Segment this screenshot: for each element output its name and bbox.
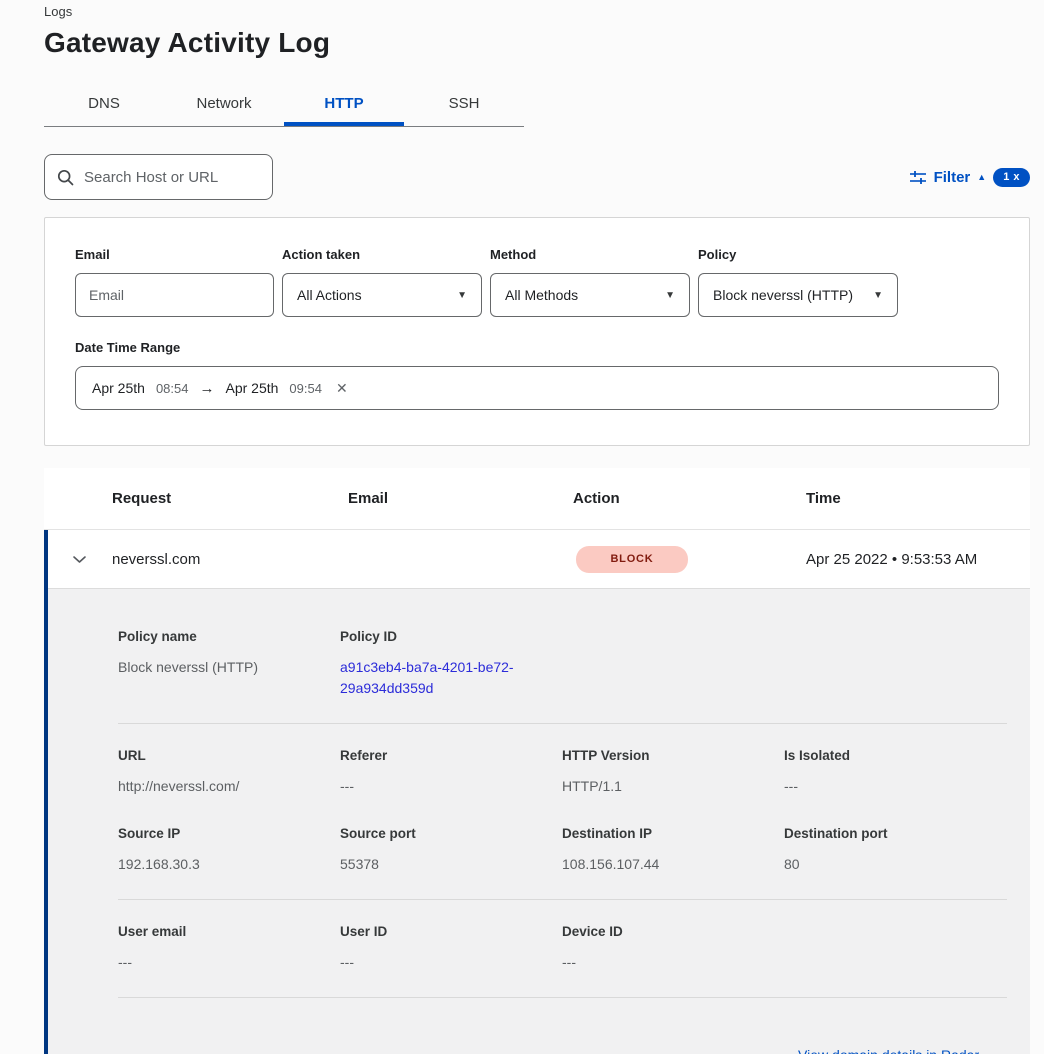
policy-section: Policy name Block neverssl (HTTP) Policy…: [118, 629, 1007, 699]
chevron-down-icon[interactable]: [72, 555, 112, 564]
divider: [118, 899, 1007, 900]
email-filter-field: Email: [75, 247, 274, 317]
referer-value: ---: [340, 776, 562, 797]
filter-sliders-icon: [909, 169, 927, 185]
destination-ip-label: Destination IP: [562, 826, 784, 841]
user-id-value: ---: [340, 952, 562, 973]
date-range-picker[interactable]: Apr 25th 08:54 → Apr 25th 09:54 ✕: [75, 366, 999, 410]
date-to-time: 09:54: [289, 381, 322, 396]
caret-down-icon: ▼: [665, 290, 675, 301]
email-filter-input[interactable]: [75, 273, 274, 317]
log-table: Request Email Action Time neverssl.com B…: [44, 468, 1030, 1054]
source-port-value: 55378: [340, 854, 562, 875]
method-filter-label: Method: [490, 247, 690, 262]
method-select-value: All Methods: [505, 287, 578, 303]
policy-select-value: Block neverssl (HTTP): [713, 287, 853, 303]
expanded-log-entry: neverssl.com BLOCK Apr 25 2022 • 9:53:53…: [44, 530, 1030, 1054]
destination-port-value: 80: [784, 854, 1007, 875]
search-icon: [57, 169, 74, 186]
table-row[interactable]: neverssl.com BLOCK Apr 25 2022 • 9:53:53…: [48, 530, 1030, 588]
row-request: neverssl.com: [112, 551, 348, 568]
view-radar-link[interactable]: View domain details in Radar →: [798, 1047, 997, 1054]
method-filter-field: Method All Methods ▼: [490, 247, 690, 317]
action-filter-label: Action taken: [282, 247, 482, 262]
date-to-day: Apr 25th: [225, 380, 278, 396]
user-email-label: User email: [118, 924, 340, 939]
action-filter-field: Action taken All Actions ▼: [282, 247, 482, 317]
caret-up-icon: ▲: [977, 173, 986, 182]
divider: [118, 723, 1007, 724]
is-isolated-value: ---: [784, 776, 1007, 797]
col-header-action: Action: [573, 490, 806, 507]
filter-count-badge[interactable]: 1 x: [993, 168, 1030, 187]
device-id-value: ---: [562, 952, 784, 973]
tab-dns[interactable]: DNS: [44, 83, 164, 126]
policy-id-label: Policy ID: [340, 629, 562, 644]
clear-date-range-icon[interactable]: ✕: [336, 380, 348, 397]
referer-label: Referer: [340, 748, 562, 763]
caret-down-icon: ▼: [457, 290, 467, 301]
email-filter-label: Email: [75, 247, 274, 262]
http-version-label: HTTP Version: [562, 748, 784, 763]
method-select[interactable]: All Methods ▼: [490, 273, 690, 317]
search-input[interactable]: [84, 169, 283, 186]
destination-ip-value: 108.156.107.44: [562, 854, 784, 875]
block-status-badge: BLOCK: [576, 546, 688, 573]
divider: [118, 997, 1007, 998]
row-time: Apr 25 2022 • 9:53:53 AM: [806, 551, 1030, 568]
network-section: Source IP 192.168.30.3 Source port 55378…: [118, 826, 1007, 875]
url-value: http://neverssl.com/: [118, 776, 340, 797]
policy-filter-label: Policy: [698, 247, 898, 262]
url-label: URL: [118, 748, 340, 763]
policy-filter-field: Policy Block neverssl (HTTP) ▼: [698, 247, 898, 317]
page-title: Gateway Activity Log: [44, 27, 1030, 59]
source-ip-label: Source IP: [118, 826, 340, 841]
date-range-label: Date Time Range: [75, 340, 999, 355]
col-header-request: Request: [112, 490, 348, 507]
url-section: URL http://neverssl.com/ Referer --- HTT…: [118, 748, 1007, 797]
policy-name-label: Policy name: [118, 629, 340, 644]
filter-panel: Email Action taken All Actions ▼ Method …: [44, 217, 1030, 446]
page: Logs Gateway Activity Log DNS Network HT…: [0, 0, 1044, 1054]
user-id-label: User ID: [340, 924, 562, 939]
tab-ssh[interactable]: SSH: [404, 83, 524, 126]
search-filter-row: Filter ▲ 1 x: [44, 154, 1030, 200]
user-section: User email --- User ID --- Device ID ---: [118, 924, 1007, 973]
log-detail-panel: Policy name Block neverssl (HTTP) Policy…: [48, 588, 1030, 1054]
table-header-row: Request Email Action Time: [44, 468, 1030, 530]
device-id-label: Device ID: [562, 924, 784, 939]
policy-name-value: Block neverssl (HTTP): [118, 657, 340, 678]
arrow-right-icon: →: [199, 380, 214, 397]
date-from-time: 08:54: [156, 381, 189, 396]
search-box[interactable]: [44, 154, 273, 200]
destination-port-label: Destination port: [784, 826, 1007, 841]
http-version-value: HTTP/1.1: [562, 776, 784, 797]
caret-down-icon: ▼: [873, 290, 883, 301]
date-range-field: Date Time Range Apr 25th 08:54 → Apr 25t…: [75, 340, 999, 410]
source-ip-value: 192.168.30.3: [118, 854, 340, 875]
col-header-time: Time: [806, 490, 1030, 507]
user-email-value: ---: [118, 952, 340, 973]
tab-http[interactable]: HTTP: [284, 83, 404, 126]
policy-id-link[interactable]: a91c3eb4-ba7a-4201-be72-29a934dd359d: [340, 657, 536, 699]
action-select-value: All Actions: [297, 287, 362, 303]
source-port-label: Source port: [340, 826, 562, 841]
filter-label: Filter: [934, 169, 971, 186]
policy-select[interactable]: Block neverssl (HTTP) ▼: [698, 273, 898, 317]
date-from-day: Apr 25th: [92, 380, 145, 396]
col-header-email: Email: [348, 490, 573, 507]
action-select[interactable]: All Actions ▼: [282, 273, 482, 317]
tab-bar: DNS Network HTTP SSH: [44, 83, 524, 127]
filter-button[interactable]: Filter ▲ 1 x: [909, 168, 1030, 187]
is-isolated-label: Is Isolated: [784, 748, 1007, 763]
breadcrumb: Logs: [44, 0, 1030, 19]
tab-network[interactable]: Network: [164, 83, 284, 126]
